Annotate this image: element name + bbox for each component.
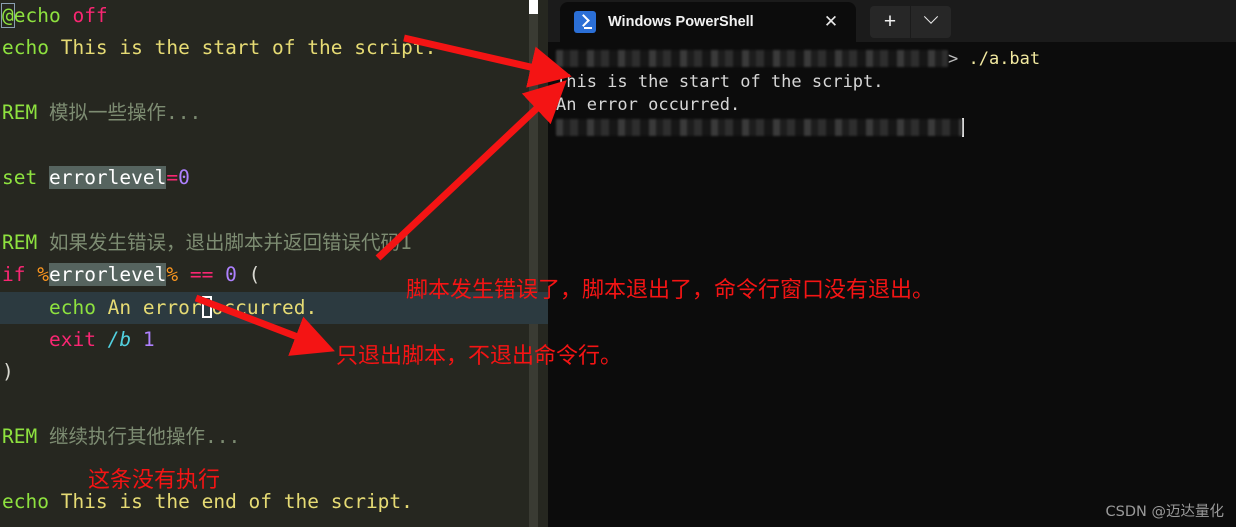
code-line: REM 如果发生错误，退出脚本并返回错误代码1 — [0, 227, 548, 259]
code-token: echo — [2, 489, 61, 513]
code-token: == — [178, 263, 226, 287]
prompt-arrow: > — [948, 49, 969, 69]
code-token: if — [2, 263, 38, 287]
code-token: ) — [2, 360, 14, 384]
terminal-line: An error occurred. — [556, 94, 1236, 117]
code-line: @echo off — [0, 0, 548, 32]
editor-cursor — [201, 295, 212, 318]
redacted-prompt-path — [556, 50, 948, 67]
code-token: This is the start of the script. — [60, 36, 437, 60]
redacted-prompt-path — [556, 119, 962, 136]
new-tab-button[interactable]: + — [870, 6, 910, 38]
code-token: off — [72, 4, 108, 27]
code-token: REM — [2, 230, 49, 254]
code-token: 1 — [142, 327, 155, 351]
terminal-line: > ./a.bat — [556, 48, 1236, 71]
screenshot-root: @echo off echo This is the start of the s… — [0, 0, 1236, 527]
terminal-line: This is the start of the script. — [556, 71, 1236, 94]
code-token: REM — [2, 425, 49, 449]
code-token: errorlevel — [48, 165, 167, 189]
code-token: 继续执行其他操作... — [48, 425, 241, 449]
vim-editor-pane[interactable]: @echo off echo This is the start of the s… — [0, 0, 548, 527]
code-token: ~ — [2, 522, 14, 527]
code-line: REM 模拟一些操作... — [0, 97, 548, 129]
chevron-glyph — [923, 9, 939, 24]
annotation-not-executed: 这条没有执行 — [88, 468, 221, 493]
editor-code-lines: @echo off echo This is the start of the s… — [0, 0, 548, 527]
code-token: errorlevel — [48, 263, 167, 287]
terminal-command: ./a.bat — [968, 49, 1041, 69]
watermark: CSDN @迈达量化 — [1105, 504, 1224, 520]
code-token: 模拟一些操作... — [48, 101, 202, 125]
code-line: REM 继续执行其他操作... — [0, 421, 548, 453]
terminal-output-text: This is the start of the script. — [556, 72, 884, 92]
close-icon[interactable]: ✕ — [820, 11, 842, 33]
terminal-tab-powershell[interactable]: Windows PowerShell ✕ — [560, 2, 856, 42]
code-line: echo This is the end of the script. — [0, 486, 548, 518]
code-token: An error — [107, 295, 202, 319]
code-token: exit — [48, 327, 108, 351]
windows-terminal: Windows PowerShell ✕ + > ./a.bat This is … — [548, 0, 1236, 527]
chevron-down-icon[interactable] — [911, 6, 951, 38]
code-token: % — [37, 263, 49, 287]
code-token: % — [166, 263, 179, 287]
code-line: set errorlevel=0 — [0, 162, 548, 194]
code-token: echo — [2, 36, 61, 60]
terminal-tab-title: Windows PowerShell — [608, 14, 754, 30]
code-token: 0 — [178, 165, 190, 189]
powershell-icon — [574, 11, 596, 33]
terminal-titlebar: Windows PowerShell ✕ + — [548, 0, 1236, 42]
code-token: echo — [13, 4, 73, 27]
code-token: ( — [236, 263, 261, 287]
terminal-line — [556, 117, 1236, 140]
code-token: = — [166, 165, 179, 189]
code-token: REM — [2, 101, 49, 125]
terminal-output-text: An error occurred. — [556, 95, 741, 115]
code-token: @ — [1, 3, 15, 28]
code-token: 0 — [225, 263, 237, 287]
annotation-script-error: 脚本发生错误了，脚本退出了，命令行窗口没有退出。 — [406, 278, 935, 303]
code-token: echo — [48, 295, 108, 319]
code-line: ~ — [0, 518, 548, 527]
terminal-cursor — [962, 118, 964, 137]
annotation-exit-only-script: 只退出脚本，不退出命令行。 — [336, 344, 623, 369]
code-token: /b — [107, 327, 132, 351]
code-token: 如果发生错误，退出脚本并返回错误代码1 — [48, 230, 412, 254]
code-line: echo This is the start of the script. — [0, 32, 548, 64]
code-token: set — [2, 165, 49, 189]
code-token: occurred. — [211, 295, 318, 319]
